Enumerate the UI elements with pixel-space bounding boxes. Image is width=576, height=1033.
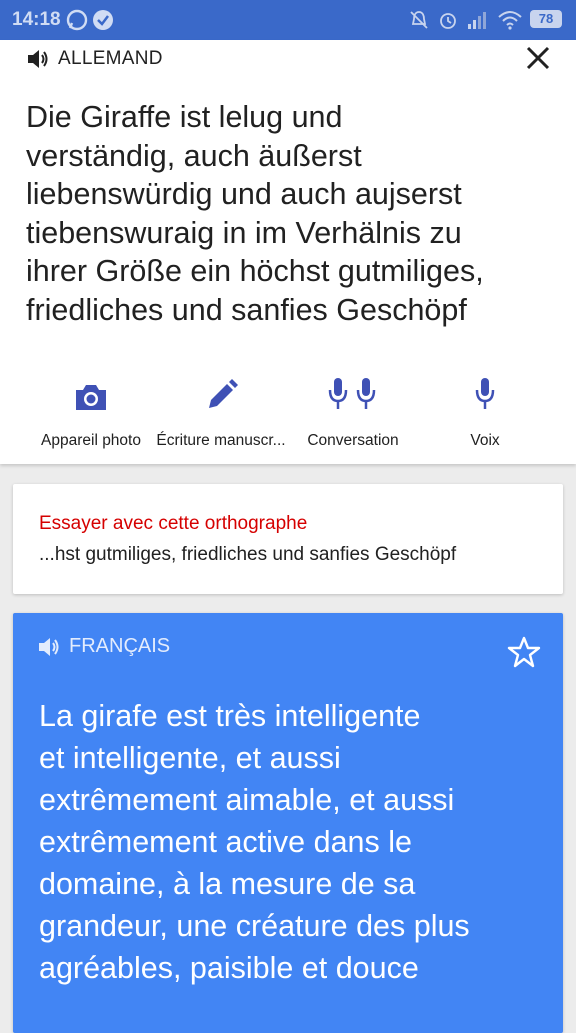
mic-icon: [475, 378, 495, 409]
battery-level: 78: [538, 11, 554, 26]
suggestion-title: Essayer avec cette orthographe: [39, 513, 308, 534]
star-icon[interactable]: [507, 635, 541, 669]
status-bar: 14:18 78: [0, 0, 576, 40]
source-language-label: ALLEMAND: [58, 48, 163, 69]
voice-tool-button[interactable]: Voix: [410, 366, 560, 450]
alarm-icon: [440, 13, 456, 29]
target-language-row[interactable]: FRANÇAIS: [37, 635, 170, 658]
source-language-row[interactable]: ALLEMAND: [26, 44, 163, 74]
signal-icon: [468, 12, 486, 29]
input-tools: Appareil photo Écriture manuscr... Conve…: [0, 366, 576, 456]
voice-tool-label: Voix: [470, 432, 500, 449]
pen-icon: [209, 379, 238, 408]
handwriting-tool-label: Écriture manuscr...: [156, 432, 286, 449]
two-mic-icon: [328, 378, 376, 409]
translation-card: FRANÇAIS La girafe est très intelligente…: [13, 613, 563, 1033]
camera-tool-button[interactable]: Appareil photo: [16, 366, 166, 450]
speaker-icon[interactable]: [37, 636, 63, 658]
camera-icon: [76, 385, 106, 410]
camera-tool-label: Appareil photo: [41, 432, 141, 449]
spelling-suggestion-card[interactable]: Essayer avec cette orthographe ...hst gu…: [13, 484, 563, 594]
suggestion-text[interactable]: ...hst gutmiliges, friedliches und sanfi…: [39, 544, 456, 566]
speaker-icon[interactable]: [26, 48, 50, 70]
battery-icon: 78: [530, 10, 562, 28]
source-text[interactable]: Die Giraffe ist lelug und verständig, au…: [26, 98, 566, 329]
check-circle-icon: [93, 10, 113, 30]
mute-icon: [410, 11, 428, 29]
conversation-tool-label: Conversation: [307, 432, 399, 449]
translation-text[interactable]: La girafe est très intelligente et intel…: [39, 695, 549, 989]
source-card: ALLEMAND Die Giraffe ist lelug und verst…: [0, 40, 576, 464]
target-language-label: FRANÇAIS: [69, 635, 171, 657]
handwriting-tool-button[interactable]: Écriture manuscr...: [146, 366, 296, 450]
close-icon[interactable]: [522, 42, 554, 74]
status-time: 14:18: [12, 9, 61, 30]
conversation-tool-button[interactable]: Conversation: [278, 366, 428, 450]
whatsapp-icon: [66, 9, 88, 31]
wifi-icon: [498, 11, 522, 30]
